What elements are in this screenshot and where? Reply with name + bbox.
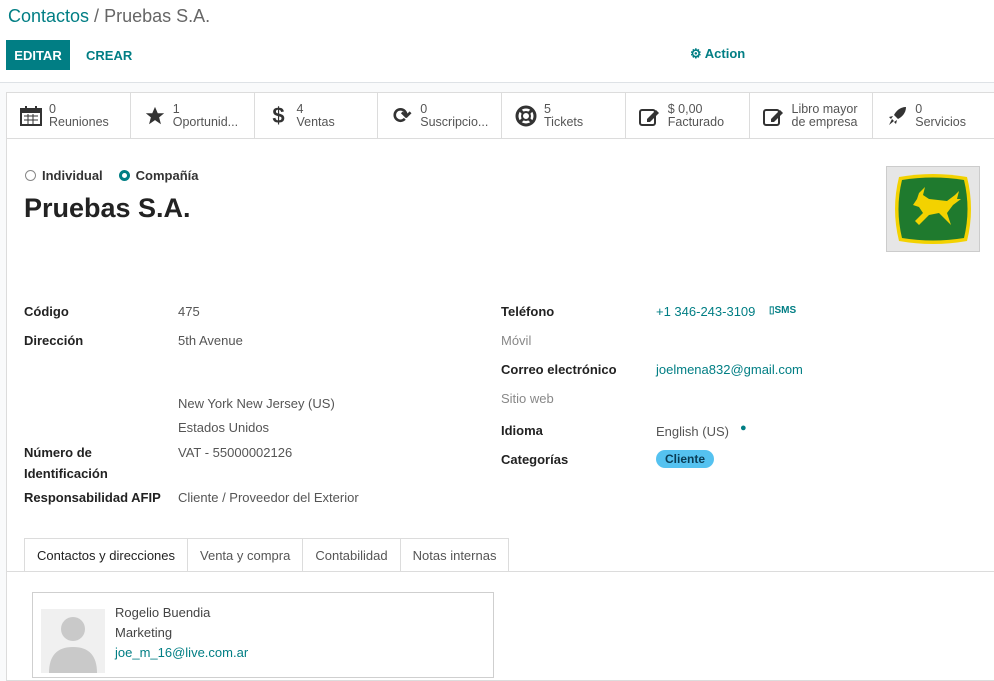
smart-button-value: Libro mayor — [791, 101, 858, 116]
calendar-icon — [19, 104, 43, 128]
company-label[interactable]: Compañía — [136, 168, 199, 183]
email-label: Correo electrónico — [501, 362, 617, 377]
edit-button[interactable]: EDITAR — [6, 40, 70, 70]
smart-button-libro-mayor[interactable]: Libro mayor de empresa — [750, 93, 874, 138]
sms-button[interactable]: ▯SMS — [769, 305, 796, 316]
lifebuoy-icon — [514, 104, 538, 128]
contact-role: Marketing — [115, 625, 173, 640]
website-label: Sitio web — [501, 391, 554, 406]
smart-button-label: de empresa — [791, 114, 858, 129]
email-link[interactable]: joelmena832@gmail.com — [656, 362, 803, 377]
individual-label[interactable]: Individual — [42, 168, 103, 183]
smart-button-label: Oportunid... — [172, 114, 239, 129]
mobile-label: Móvil — [501, 333, 532, 348]
tab-divider — [7, 571, 994, 572]
smart-button-label: Servicios — [915, 114, 966, 129]
smart-button-value: 0 — [49, 101, 56, 116]
smart-button-label: Tickets — [544, 114, 584, 129]
category-tag: Cliente — [656, 450, 715, 468]
smart-button-value: 0 — [420, 101, 428, 116]
code-value: 475 — [178, 304, 200, 319]
afip-value: Cliente / Proveedor del Exterior — [178, 490, 359, 505]
dollar-icon: $ — [272, 102, 285, 128]
phone-link[interactable]: +1 346-243-3109 — [656, 304, 755, 319]
smart-button-value: 1 — [172, 101, 180, 116]
control-panel: Contactos / Pruebas S.A. EDITAR CREAR ⚙ … — [0, 0, 994, 83]
vat-label-line2: Identificación — [24, 466, 108, 481]
gear-icon: ⚙ — [690, 46, 702, 61]
smart-button-value: 4 — [296, 101, 304, 116]
avatar — [41, 609, 105, 673]
star-icon — [143, 104, 167, 128]
rocket-icon — [885, 104, 909, 128]
breadcrumb-separator: / — [89, 6, 105, 26]
tab-contactos-direcciones[interactable]: Contactos y direcciones — [24, 538, 189, 572]
afip-label: Responsabilidad AFIP — [24, 490, 161, 505]
language-value: English (US) — [656, 424, 729, 439]
company-radio[interactable] — [118, 170, 130, 181]
edit-icon — [762, 104, 786, 128]
globe-icon[interactable]: ● — [740, 422, 747, 434]
smart-button-value: 5 — [544, 101, 551, 116]
smart-button-label: Ventas — [296, 114, 335, 129]
address-country: Estados Unidos — [178, 420, 270, 435]
contact-card[interactable]: Rogelio Buendia Marketing joe_m_16@live.… — [32, 592, 494, 678]
smart-button-label: Facturado — [667, 114, 725, 129]
create-button[interactable]: CREAR — [80, 40, 138, 70]
smart-button-bar: 0 Reuniones 1 Oportunid... $ 4 Ventas ⟳ 0 Su… — [7, 93, 994, 139]
categories-label: Categorías — [501, 452, 569, 467]
notebook-tabs: Contactos y direcciones Venta y compra C… — [24, 538, 510, 572]
address-street: 5th Avenue — [178, 333, 243, 348]
sms-label: SMS — [774, 305, 797, 316]
form-sheet: 0 Reuniones 1 Oportunid... $ 4 Ventas ⟳ 0 Su… — [6, 92, 994, 681]
breadcrumb-contactos-link[interactable]: Contactos — [8, 6, 89, 26]
vat-value: VAT - 55000002126 — [178, 445, 293, 460]
smart-button-value: $ 0,00 — [667, 101, 703, 116]
tab-venta-compra[interactable]: Venta y compra — [187, 538, 304, 572]
code-label: Código — [24, 304, 69, 319]
address-label: Dirección — [24, 333, 84, 348]
contact-name: Rogelio Buendia — [115, 605, 211, 620]
individual-radio[interactable] — [25, 170, 36, 181]
tab-contabilidad[interactable]: Contabilidad — [302, 538, 401, 572]
smart-button-servicios[interactable]: 0 Servicios — [873, 93, 994, 138]
smart-button-label: Reuniones — [49, 114, 109, 129]
smart-button-label: Suscripcio... — [420, 114, 489, 129]
smart-button-value: 0 — [915, 101, 923, 116]
smart-button-suscripciones[interactable]: ⟳ 0 Suscripcio... — [378, 93, 502, 138]
action-label: Action — [704, 46, 746, 61]
company-logo-image[interactable] — [886, 166, 980, 252]
contact-email-link[interactable]: joe_m_16@live.com.ar — [115, 643, 248, 663]
breadcrumb-current: Pruebas S.A. — [104, 6, 211, 26]
smart-button-reuniones[interactable]: 0 Reuniones — [7, 93, 131, 138]
phone-label: Teléfono — [501, 304, 555, 319]
company-type-selector: Individual Compañía — [25, 168, 199, 183]
breadcrumb: Contactos / Pruebas S.A. — [8, 6, 210, 27]
language-label: Idioma — [501, 423, 543, 438]
smart-button-tickets[interactable]: 5 Tickets — [502, 93, 626, 138]
partner-name: Pruebas S.A. — [24, 193, 191, 223]
action-menu-button[interactable]: ⚙ Action — [690, 46, 745, 62]
smart-button-facturado[interactable]: $ 0,00 Facturado — [626, 93, 750, 138]
tab-notas-internas[interactable]: Notas internas — [399, 538, 510, 572]
edit-icon — [638, 104, 662, 128]
smart-button-oportunidades[interactable]: 1 Oportunid... — [131, 93, 255, 138]
smart-button-ventas[interactable]: $ 4 Ventas — [255, 93, 379, 138]
address-city-state: New York New Jersey (US) — [178, 396, 335, 411]
refresh-icon: ⟳ — [393, 102, 412, 128]
vat-label-line1: Número de — [24, 445, 92, 460]
